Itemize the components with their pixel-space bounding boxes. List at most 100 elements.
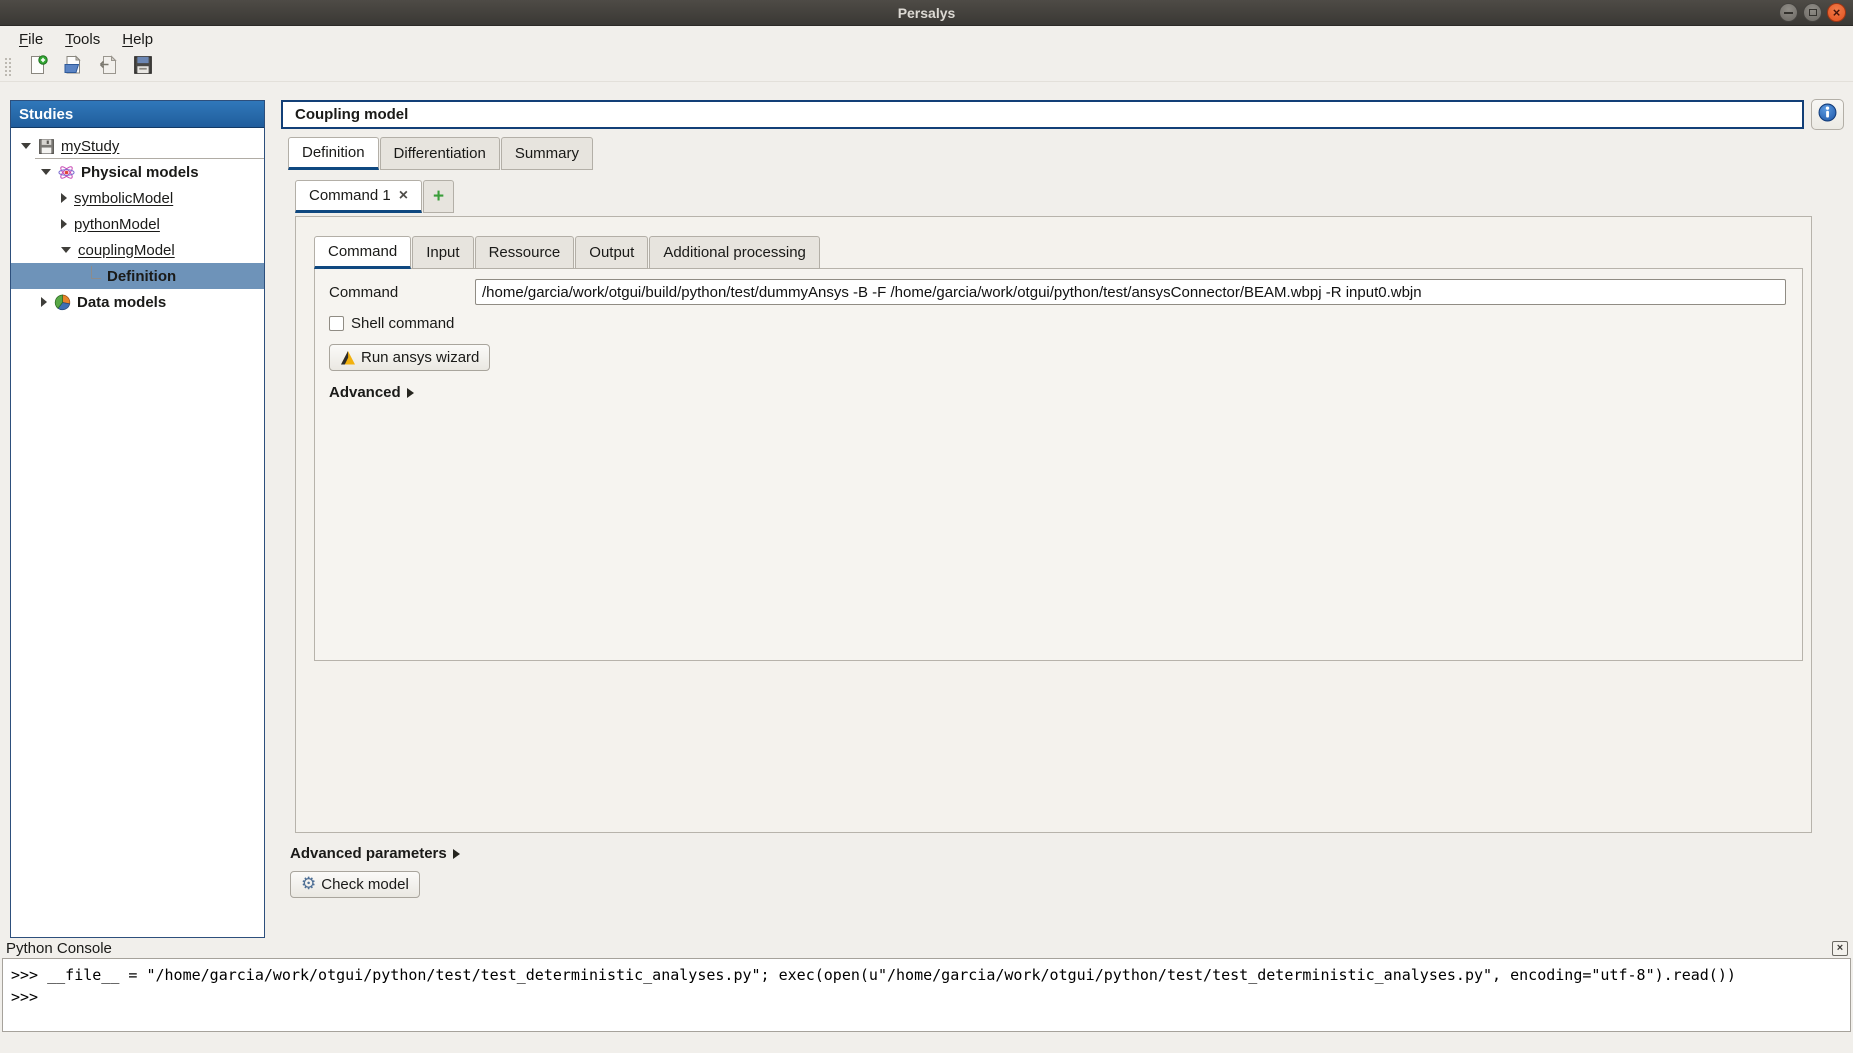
expand-arrow-icon: [407, 388, 414, 398]
python-console-title: Python Console: [6, 940, 112, 957]
add-command-tab-button[interactable]: +: [423, 180, 454, 213]
minimize-icon: [1784, 12, 1793, 14]
menu-file[interactable]: File: [8, 29, 54, 50]
menu-tools[interactable]: Tools: [54, 29, 111, 50]
expand-arrow-icon[interactable]: [41, 297, 47, 307]
menubar: File Tools Help: [0, 27, 1853, 51]
run-ansys-wizard-button[interactable]: Run ansys wizard: [329, 344, 490, 371]
expand-arrow-icon[interactable]: [61, 193, 67, 203]
tree-item-label: couplingModel: [78, 242, 175, 259]
menu-help[interactable]: Help: [111, 29, 164, 50]
console-prompt: >>>: [11, 988, 38, 1006]
maximize-button[interactable]: [1803, 3, 1822, 22]
model-title-box: Coupling model: [281, 100, 1804, 129]
tab-label: Summary: [515, 145, 579, 162]
advanced-label: Advanced: [329, 384, 401, 401]
collapse-arrow-icon[interactable]: [41, 169, 51, 175]
tab-label: Input: [426, 244, 459, 261]
tree-item-physical-models[interactable]: Physical models: [11, 159, 264, 185]
console-line: >>> __file__ = "/home/garcia/work/otgui/…: [11, 966, 1736, 984]
console-close-button[interactable]: ×: [1832, 941, 1848, 956]
expand-arrow-icon[interactable]: [61, 219, 67, 229]
command-input[interactable]: [475, 279, 1786, 305]
tab-definition[interactable]: Definition: [288, 137, 379, 170]
open-study-button[interactable]: [61, 55, 85, 79]
tab-label: Additional processing: [663, 244, 806, 261]
command-row: Command: [329, 279, 1788, 305]
tab-label: Command 1: [309, 187, 391, 204]
tree-item-label: Definition: [107, 268, 176, 285]
tab-command[interactable]: Command: [314, 236, 411, 269]
tree-item-symbolicmodel[interactable]: symbolicModel: [11, 185, 264, 211]
toolbar-drag-handle[interactable]: [4, 57, 11, 77]
python-console[interactable]: >>> __file__ = "/home/garcia/work/otgui/…: [2, 958, 1851, 1032]
tree-item-label: Data models: [77, 294, 166, 311]
close-icon: ×: [1837, 942, 1843, 954]
tab-output[interactable]: Output: [575, 236, 648, 269]
model-title: Coupling model: [295, 106, 408, 123]
advanced-toggle[interactable]: Advanced: [329, 384, 1788, 401]
info-icon: [1818, 103, 1837, 126]
shell-command-label: Shell command: [351, 315, 454, 332]
studies-panel-header: Studies: [11, 101, 264, 128]
tab-label: Ressource: [489, 244, 561, 261]
close-button[interactable]: ×: [1827, 3, 1846, 22]
plus-icon: +: [433, 186, 444, 208]
tab-summary[interactable]: Summary: [501, 137, 593, 170]
tab-ressource[interactable]: Ressource: [475, 236, 575, 269]
check-model-button[interactable]: ⚙ Check model: [290, 871, 420, 898]
import-script-icon: [98, 55, 118, 79]
button-label: Check model: [321, 876, 409, 893]
tree-item-couplingmodel[interactable]: couplingModel: [11, 237, 264, 263]
ansys-logo-icon: [340, 350, 356, 366]
import-script-button[interactable]: [96, 55, 120, 79]
tab-input[interactable]: Input: [412, 236, 473, 269]
tree-connector: [91, 266, 101, 279]
command-form-pane: Command Shell command Run ansys wizard A…: [314, 268, 1803, 661]
command-tabs: Command 1 × +: [295, 180, 455, 213]
window-controls: ×: [1779, 3, 1846, 22]
expand-arrow-icon: [453, 849, 460, 859]
collapse-arrow-icon[interactable]: [61, 247, 71, 253]
tree-item-label: myStudy: [61, 138, 119, 155]
shell-command-checkbox[interactable]: [329, 316, 344, 331]
command-section-tabs: Command Input Ressource Output Additiona…: [314, 236, 821, 269]
advanced-parameters-label: Advanced parameters: [290, 845, 447, 862]
tab-label: Output: [589, 244, 634, 261]
new-document-icon: [28, 55, 48, 79]
tree-item-label: Physical models: [81, 164, 199, 181]
save-icon: [133, 55, 153, 79]
tab-additional-processing[interactable]: Additional processing: [649, 236, 820, 269]
tab-label: Command: [328, 243, 397, 260]
new-study-button[interactable]: [26, 55, 50, 79]
ansys-row: Run ansys wizard: [329, 344, 1788, 371]
command-tab-pane: Command Input Ressource Output Additiona…: [295, 216, 1812, 833]
save-study-button[interactable]: [131, 55, 155, 79]
documentation-button[interactable]: [1811, 99, 1844, 130]
tree-item-pythonmodel[interactable]: pythonModel: [11, 211, 264, 237]
tab-differentiation[interactable]: Differentiation: [380, 137, 500, 170]
tree-item-definition[interactable]: Definition: [11, 263, 264, 289]
save-icon: [38, 138, 55, 155]
maximize-icon: [1809, 9, 1817, 16]
toolbar: [0, 52, 1853, 82]
shell-command-row: Shell command: [329, 315, 1788, 332]
pie-chart-icon: [54, 294, 71, 311]
collapse-arrow-icon[interactable]: [21, 143, 31, 149]
advanced-parameters-toggle[interactable]: Advanced parameters: [290, 845, 460, 862]
tab-command-1[interactable]: Command 1 ×: [295, 180, 422, 213]
tab-label: Definition: [302, 144, 365, 161]
open-document-icon: [63, 55, 83, 79]
tree-item-data-models[interactable]: Data models: [11, 289, 264, 315]
minimize-button[interactable]: [1779, 3, 1798, 22]
python-console-header: Python Console ×: [0, 938, 1853, 958]
close-icon: ×: [1833, 6, 1841, 19]
window-titlebar: Persalys ×: [0, 0, 1853, 26]
studies-panel-title: Studies: [19, 106, 73, 123]
command-label: Command: [329, 284, 475, 301]
close-tab-icon[interactable]: ×: [399, 188, 408, 204]
tab-label: Differentiation: [394, 145, 486, 162]
gear-icon: ⚙: [301, 876, 316, 893]
tree-item-label: pythonModel: [74, 216, 160, 233]
tree-item-mystudy[interactable]: myStudy: [11, 133, 264, 159]
